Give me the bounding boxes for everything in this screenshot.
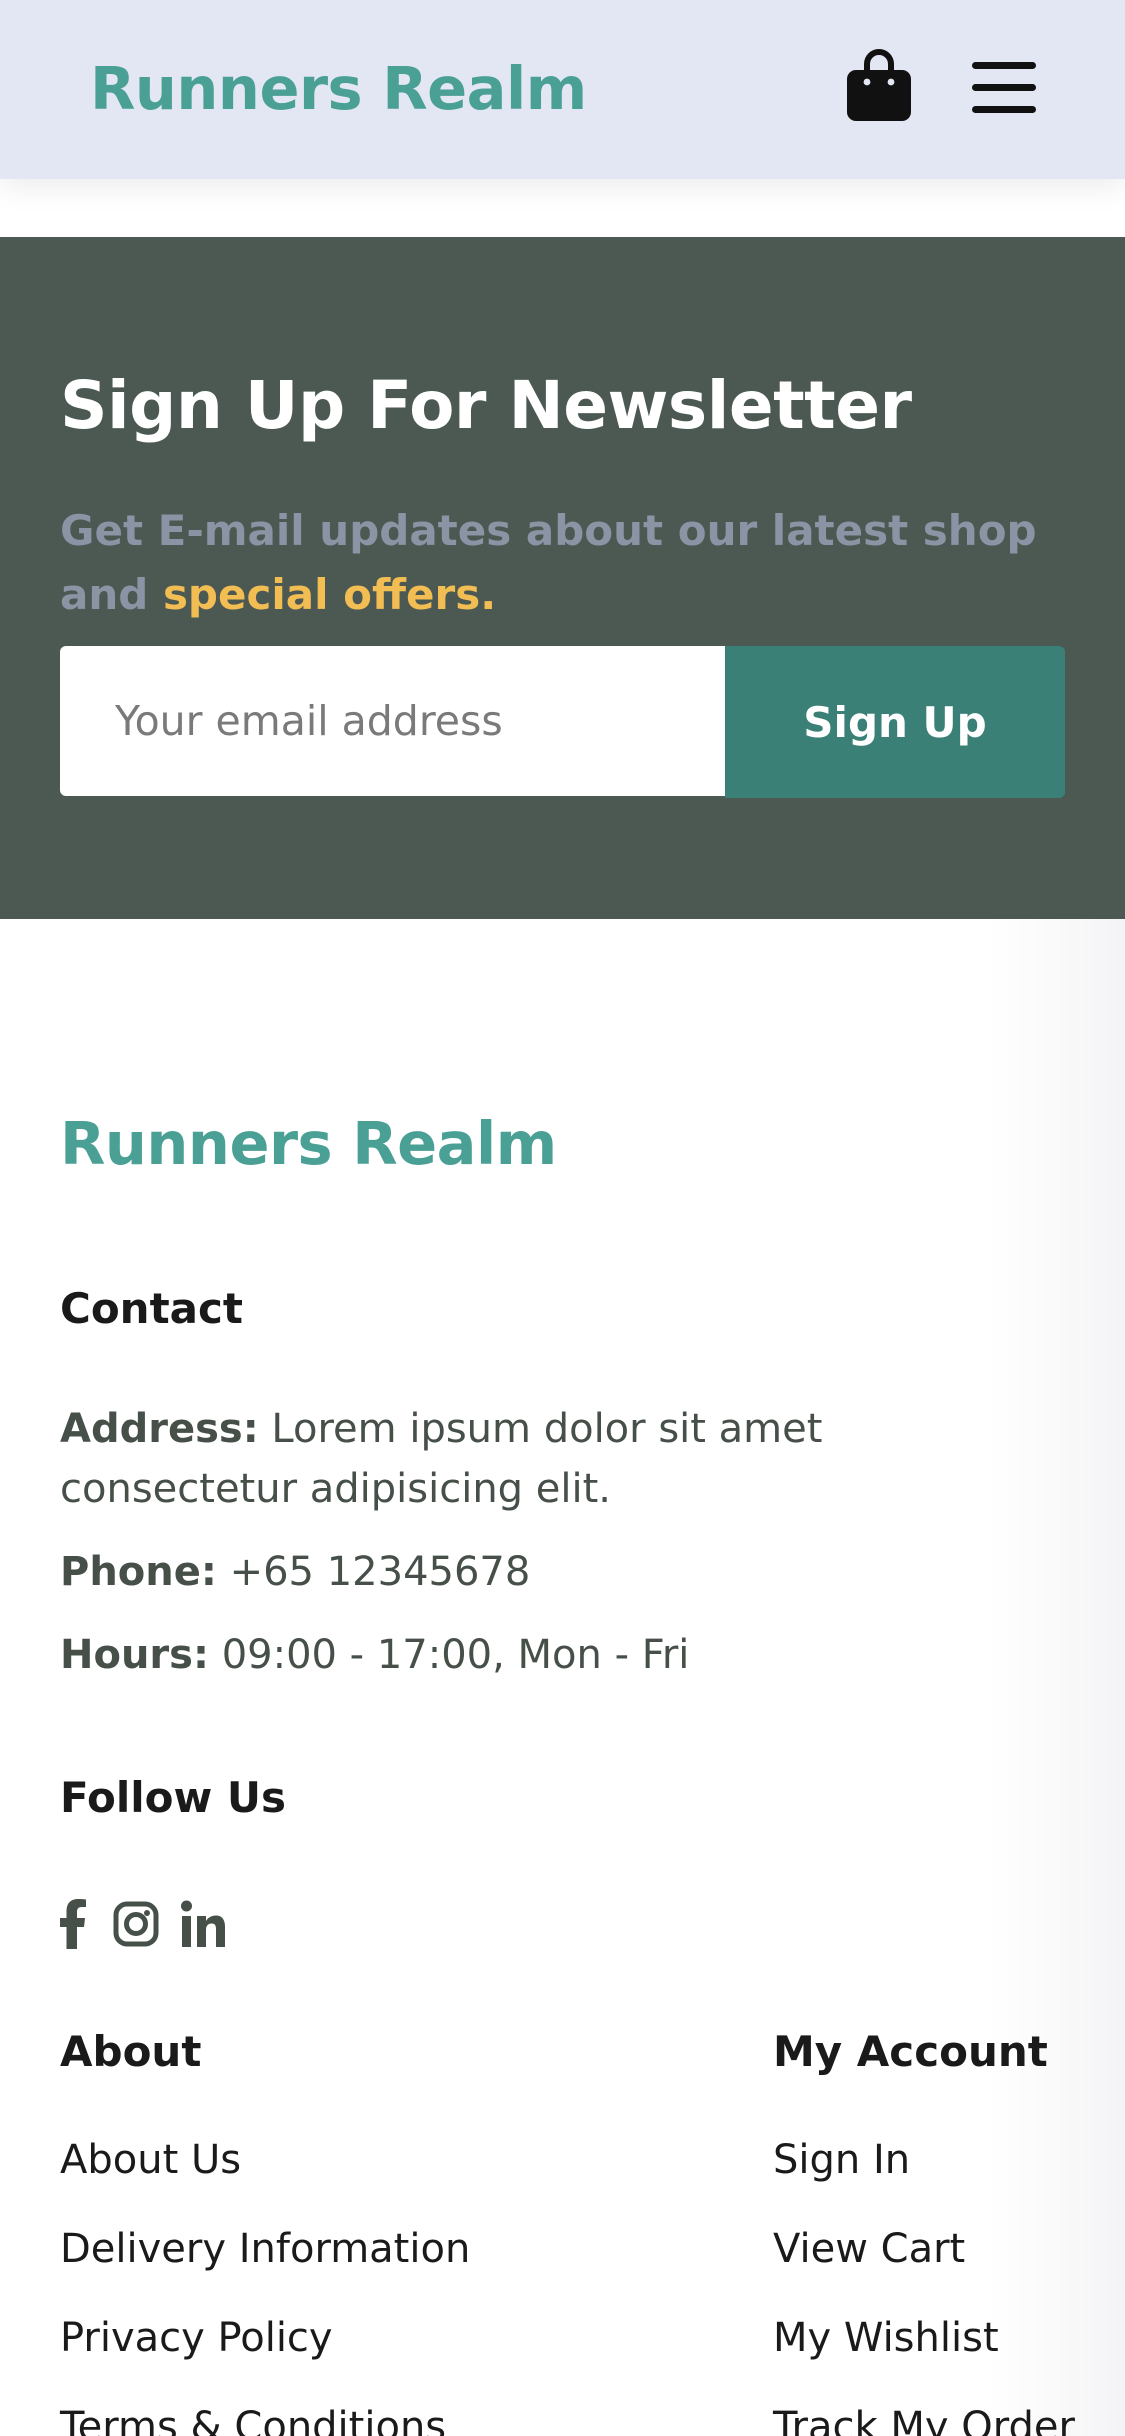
hours-label: Hours:: [60, 1632, 209, 1678]
contact-heading: Contact: [60, 1284, 243, 1333]
phone-label: Phone:: [60, 1549, 217, 1595]
follow-us-heading: Follow Us: [60, 1773, 287, 1822]
email-input[interactable]: [60, 646, 725, 796]
newsletter-section: Sign Up For Newsletter Get E-mail update…: [0, 237, 1125, 919]
newsletter-text-highlight: special offers.: [162, 570, 497, 619]
instagram-icon[interactable]: [113, 1899, 159, 1949]
address-label: Address:: [60, 1406, 259, 1452]
about-heading: About: [60, 2027, 202, 2076]
about-us-link[interactable]: About Us: [60, 2137, 241, 2183]
site-footer: Runners Realm Contact Address: Lorem ips…: [0, 919, 1125, 2436]
site-header: Runners Realm: [0, 0, 1125, 179]
shopping-bag-icon[interactable]: [845, 48, 913, 122]
footer-logo[interactable]: Runners Realm: [60, 1109, 557, 1178]
linkedin-icon[interactable]: [180, 1899, 226, 1949]
contact-hours: Hours: 09:00 - 17:00, Mon - Fri: [60, 1625, 1060, 1685]
sign-in-link[interactable]: Sign In: [773, 2137, 910, 2183]
sign-up-button[interactable]: Sign Up: [725, 646, 1065, 798]
hours-value: 09:00 - 17:00, Mon - Fri: [221, 1632, 690, 1678]
track-my-order-link[interactable]: Track My Order: [773, 2404, 1075, 2436]
newsletter-description: Get E-mail updates about our latest shop…: [60, 499, 1070, 627]
newsletter-form: Sign Up: [60, 646, 1065, 798]
page: Runners Realm Sign Up For Newsletter Get…: [0, 0, 1125, 2436]
view-cart-link[interactable]: View Cart: [773, 2226, 965, 2272]
hamburger-menu-icon[interactable]: [972, 58, 1036, 118]
my-account-heading: My Account: [773, 2027, 1048, 2076]
my-wishlist-link[interactable]: My Wishlist: [773, 2315, 999, 2361]
terms-conditions-link[interactable]: Terms & Conditions: [60, 2404, 446, 2436]
delivery-information-link[interactable]: Delivery Information: [60, 2226, 470, 2272]
contact-address: Address: Lorem ipsum dolor sit amet cons…: [60, 1399, 1060, 1519]
facebook-icon[interactable]: [60, 1899, 86, 1949]
newsletter-title: Sign Up For Newsletter: [60, 367, 912, 444]
phone-value: +65 12345678: [229, 1549, 531, 1595]
privacy-policy-link[interactable]: Privacy Policy: [60, 2315, 333, 2361]
contact-phone: Phone: +65 12345678: [60, 1542, 1060, 1602]
site-logo[interactable]: Runners Realm: [90, 54, 587, 123]
